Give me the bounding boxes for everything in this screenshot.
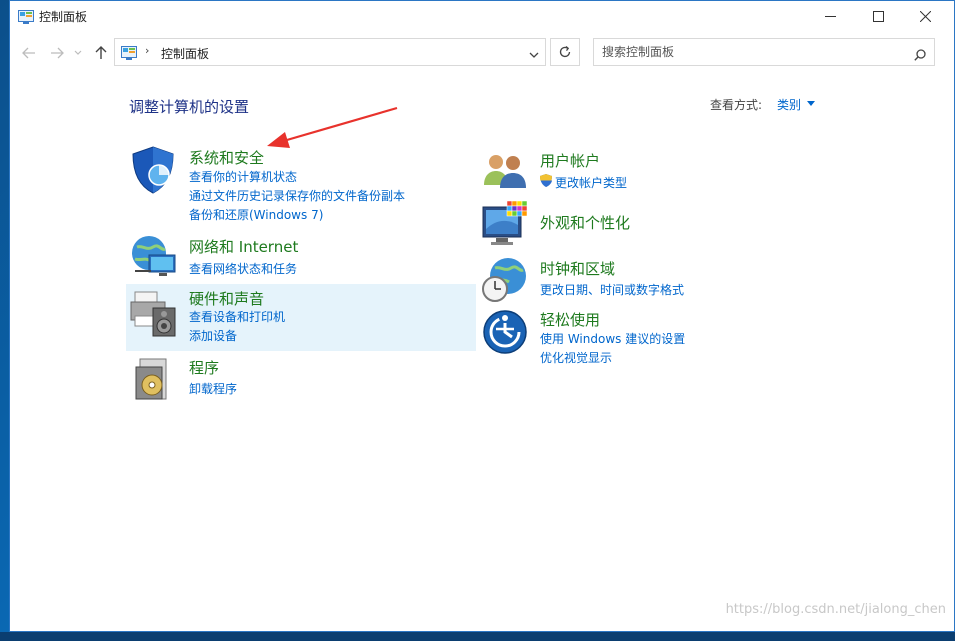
category-appearance-personalization: 外观和个性化 (477, 199, 827, 251)
category-system-security: 系统和安全 查看你的计算机状态 通过文件历史记录保存你的文件备份副本 备份和还原… (126, 141, 476, 227)
category-link[interactable]: 添加设备 (189, 327, 237, 344)
clock-globe-icon[interactable] (481, 256, 529, 308)
close-icon (919, 11, 931, 22)
monitor-palette-icon[interactable] (481, 200, 529, 255)
category-link[interactable]: 更改帐户类型 (555, 174, 627, 191)
caret-down-icon[interactable] (807, 101, 815, 106)
chevron-down-icon (529, 52, 539, 58)
users-icon[interactable] (482, 151, 528, 193)
maximize-button[interactable] (855, 1, 901, 32)
shield-icon[interactable] (129, 145, 177, 199)
category-ease-of-access: 轻松使用 使用 Windows 建议的设置 优化视觉显示 (477, 305, 827, 367)
maximize-icon (872, 11, 884, 22)
view-by-dropdown[interactable]: 类别 (777, 96, 801, 113)
category-link[interactable]: 卸载程序 (189, 380, 237, 397)
arrow-right-icon (51, 47, 64, 59)
window-title: 控制面板 (39, 10, 88, 24)
watermark: https://blog.csdn.net/jialong_chen (725, 602, 946, 617)
search-box[interactable] (593, 38, 935, 66)
category-title[interactable]: 轻松使用 (540, 309, 600, 330)
category-network-internet: 网络和 Internet 查看网络状态和任务 (126, 231, 476, 281)
view-by-label: 查看方式: (710, 98, 763, 112)
back-button[interactable] (19, 43, 39, 63)
network-globe-icon[interactable] (129, 233, 179, 283)
programs-disc-icon[interactable] (134, 357, 174, 405)
recent-locations-button[interactable] (71, 43, 85, 63)
search-input[interactable] (602, 44, 902, 60)
category-link[interactable]: 通过文件历史记录保存你的文件备份副本 (189, 187, 405, 204)
category-title[interactable]: 系统和安全 (189, 147, 264, 168)
breadcrumb-control-panel[interactable]: 控制面板 (161, 45, 209, 62)
category-hardware-sound: 硬件和声音 查看设备和打印机 添加设备 (126, 284, 476, 351)
category-link[interactable]: 查看网络状态和任务 (189, 260, 297, 277)
control-panel-icon (121, 45, 137, 60)
refresh-button[interactable] (550, 38, 580, 66)
printer-speaker-icon[interactable] (129, 286, 179, 342)
arrow-up-icon (95, 46, 107, 59)
minimize-button[interactable] (807, 1, 853, 32)
refresh-icon (559, 46, 571, 58)
control-panel-window: 控制面板 › 控制面板 搜索控制面板 调整计算机的设置 查看方式: 类别 系统和… (9, 0, 955, 632)
category-link[interactable]: 备份和还原(Windows 7) (189, 206, 323, 223)
up-button[interactable] (91, 43, 111, 63)
category-user-accounts: 用户帐户 更改帐户类型 (477, 143, 827, 195)
ease-of-access-icon[interactable] (482, 309, 528, 359)
category-link[interactable]: 更改日期、时间或数字格式 (540, 281, 684, 298)
category-link[interactable]: 查看你的计算机状态 (189, 168, 297, 185)
category-programs: 程序 卸载程序 (126, 353, 476, 403)
category-link[interactable]: 优化视觉显示 (540, 349, 612, 366)
category-link[interactable]: 使用 Windows 建议的设置 (540, 330, 685, 347)
forward-button[interactable] (47, 43, 67, 63)
category-title[interactable]: 程序 (189, 357, 219, 378)
uac-shield-icon (539, 173, 553, 192)
category-title[interactable]: 外观和个性化 (540, 212, 630, 233)
category-title[interactable]: 时钟和区域 (540, 258, 615, 279)
category-title[interactable]: 用户帐户 (540, 150, 600, 171)
desktop-background-strip (0, 632, 955, 641)
category-clock-region: 时钟和区域 更改日期、时间或数字格式 (477, 253, 827, 305)
chevron-down-icon (74, 50, 82, 55)
control-panel-icon (18, 9, 34, 24)
close-button[interactable] (902, 1, 948, 32)
page-title: 调整计算机的设置 (129, 98, 250, 116)
category-title[interactable]: 网络和 Internet (189, 236, 298, 257)
category-link[interactable]: 查看设备和打印机 (189, 308, 285, 325)
search-icon[interactable] (914, 46, 926, 65)
category-title[interactable]: 硬件和声音 (189, 288, 264, 309)
title-bar[interactable]: 控制面板 (10, 1, 954, 32)
address-bar[interactable]: › 控制面板 (114, 38, 546, 66)
breadcrumb-separator[interactable]: › (145, 44, 149, 57)
address-dropdown-button[interactable] (528, 46, 540, 58)
minimize-icon (824, 16, 836, 17)
arrow-left-icon (22, 47, 35, 59)
